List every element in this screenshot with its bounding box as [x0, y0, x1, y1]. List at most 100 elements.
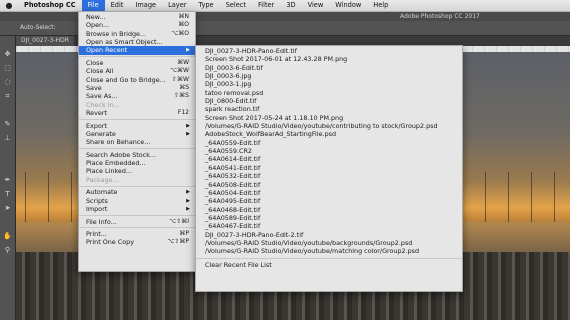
- file-menu-item[interactable]: Export ▶: [79, 122, 195, 130]
- file-menu-item[interactable]: Print One Copy ⌥⇧⌘P: [79, 238, 195, 246]
- recent-file-item[interactable]: _64A0468-Edit.tif: [196, 206, 462, 214]
- file-menu-item[interactable]: Open as Smart Object...: [79, 38, 195, 46]
- document-tab[interactable]: DJI_0027-3-HDR: [16, 36, 74, 46]
- file-menu-item[interactable]: Revert F12: [79, 109, 195, 117]
- file-menu-item[interactable]: Browse in Bridge... ⌥⌘O: [79, 30, 195, 38]
- hand-tool-icon[interactable]: ✋: [3, 232, 12, 241]
- file-menu-item-label: Revert: [86, 108, 107, 117]
- file-menu-item[interactable]: Open... ⌘O: [79, 21, 195, 29]
- menu-filter[interactable]: Filter: [252, 0, 280, 11]
- marquee-tool-icon[interactable]: ⬚: [3, 64, 12, 73]
- file-menu-item: Package...: [79, 176, 195, 184]
- menu-window[interactable]: Window: [329, 0, 367, 11]
- menu-view[interactable]: View: [302, 0, 330, 11]
- menu-help[interactable]: Help: [367, 0, 394, 11]
- shortcut-hint: F12: [177, 108, 189, 116]
- recent-file-item[interactable]: _64A0508-Edit.tif: [196, 181, 462, 189]
- menu-3d[interactable]: 3D: [280, 0, 301, 11]
- recent-file-item[interactable]: _64A0504-Edit.tif: [196, 189, 462, 197]
- file-menu-item[interactable]: Close All ⌥⌘W: [79, 67, 195, 75]
- recent-file-item[interactable]: DJI_0003-1.jpg: [196, 80, 462, 88]
- file-menu-item[interactable]: Share on Behance...: [79, 138, 195, 146]
- file-menu-item[interactable]: Open Recent ▶: [79, 46, 195, 55]
- file-menu-item[interactable]: New... ⌘N: [79, 13, 195, 21]
- recent-file-item[interactable]: DJI_0800-Edit.tif: [196, 97, 462, 105]
- submenu-arrow-icon: ▶: [186, 189, 190, 196]
- file-menu-item[interactable]: Search Adobe Stock...: [79, 151, 195, 159]
- shortcut-hint: ⇧⌘S: [174, 92, 189, 100]
- menu-photoshop[interactable]: Photoshop CC: [18, 0, 82, 11]
- recent-file-item[interactable]: spark reaction.tif: [196, 105, 462, 113]
- text-tool-icon[interactable]: T: [3, 190, 12, 199]
- shortcut-hint: ⌘O: [178, 21, 189, 29]
- file-menu-item[interactable]: Place Embedded...: [79, 159, 195, 167]
- menu-layer[interactable]: Layer: [162, 0, 192, 11]
- menu-separator: [79, 185, 195, 187]
- apple-icon[interactable]: ●: [0, 1, 18, 10]
- recent-file-item[interactable]: /Volumes/G-RAID Studio/Video/youtube/con…: [196, 122, 462, 130]
- file-menu-item-label: File Info...: [86, 217, 117, 226]
- recent-file-item[interactable]: tatoo removal.psd: [196, 89, 462, 97]
- menu-separator: [79, 227, 195, 229]
- recent-file-item[interactable]: _64A0589-Edit.tif: [196, 214, 462, 222]
- recent-file-item[interactable]: DJI_0027-3-HDR-Pano-Edit-2.tif: [196, 231, 462, 239]
- recent-file-item[interactable]: DJI_0003-6-Edit.tif: [196, 64, 462, 72]
- recent-file-item[interactable]: _64A0614-Edit.tif: [196, 155, 462, 163]
- file-menu-item-label: Automate: [86, 188, 118, 197]
- brush-tool-icon[interactable]: ✎: [3, 120, 12, 129]
- pen-tool-icon[interactable]: ✒: [3, 176, 12, 185]
- menu-edit[interactable]: Edit: [105, 0, 130, 11]
- move-tool-icon[interactable]: ✥: [3, 50, 12, 59]
- zoom-tool-icon[interactable]: ⚲: [3, 246, 12, 255]
- file-menu-item-label: Package...: [86, 175, 119, 184]
- file-menu-item[interactable]: Import ▶: [79, 205, 195, 213]
- file-menu-item[interactable]: Save ⌘S: [79, 84, 195, 92]
- recent-file-item[interactable]: /Volumes/G-RAID Studio/Video/youtube/mat…: [196, 247, 462, 255]
- auto-select-label[interactable]: Auto-Select:: [20, 21, 56, 35]
- menu-image[interactable]: Image: [129, 0, 162, 11]
- file-menu-item-label: Close and Go to Bridge...: [86, 75, 166, 84]
- recent-file-item[interactable]: _64A0559-Edit.tif: [196, 139, 462, 147]
- file-menu-item[interactable]: Place Linked...: [79, 167, 195, 175]
- file-menu-item-label: Browse in Bridge...: [86, 29, 147, 38]
- recent-file-item[interactable]: DJI_0003-6.jpg: [196, 72, 462, 80]
- recent-file-item[interactable]: /Volumes/G-RAID Studio/Video/youtube/bac…: [196, 239, 462, 247]
- menu-separator: [79, 148, 195, 150]
- file-menu-item-label: Check In...: [86, 100, 120, 109]
- lasso-tool-icon[interactable]: ◌: [3, 78, 12, 87]
- recent-file-item[interactable]: _64A0532-Edit.tif: [196, 172, 462, 180]
- file-menu-item[interactable]: Scripts ▶: [79, 197, 195, 205]
- recent-file-item[interactable]: _64A0495-Edit.tif: [196, 197, 462, 205]
- file-menu-item-label: New...: [86, 13, 106, 21]
- crop-tool-icon[interactable]: ⌗: [3, 92, 12, 101]
- path-select-tool-icon[interactable]: ➤: [3, 204, 12, 213]
- clear-recent-button[interactable]: Clear Recent File List: [196, 261, 462, 269]
- file-menu-item-label: Scripts: [86, 196, 108, 205]
- file-menu-item[interactable]: File Info... ⌥⇧⌘I: [79, 218, 195, 226]
- file-menu-item[interactable]: Automate ▶: [79, 188, 195, 196]
- recent-file-item[interactable]: Screen Shot 2017-06-01 at 12.43.28 PM.pn…: [196, 55, 462, 63]
- menu-file[interactable]: File: [81, 0, 105, 11]
- recent-file-item[interactable]: _64A0541-Edit.tif: [196, 164, 462, 172]
- file-menu-dropdown: New... ⌘N Open... ⌘O Browse in Bridge... ⌥⌘O O…: [78, 11, 196, 272]
- file-menu-item[interactable]: Close ⌘W: [79, 59, 195, 67]
- file-menu-item[interactable]: Generate ▶: [79, 130, 195, 138]
- stamp-tool-icon[interactable]: ⊥: [3, 134, 12, 143]
- recent-file-item[interactable]: _64A0467-Edit.tif: [196, 222, 462, 230]
- file-menu-item[interactable]: Save As... ⇧⌘S: [79, 92, 195, 100]
- file-menu-item-label: Export: [86, 121, 107, 130]
- recent-file-item[interactable]: Screen Shot 2017-05-24 at 1.18.10 PM.png: [196, 114, 462, 122]
- file-menu-item-label: Open as Smart Object...: [86, 38, 163, 47]
- recent-file-item[interactable]: _64A0559.CR2: [196, 147, 462, 155]
- file-menu-item-label: Close: [86, 58, 104, 67]
- file-menu-item-label: Save: [86, 83, 102, 92]
- recent-file-item[interactable]: DJI_0027-3-HDR-Pano-Edit.tif: [196, 47, 462, 55]
- recent-file-item[interactable]: AdobeStock_WolfBearAd_StartingFile.psd: [196, 130, 462, 138]
- submenu-arrow-icon: ▶: [186, 130, 190, 137]
- menu-type[interactable]: Type: [192, 0, 219, 11]
- file-menu-item-label: Search Adobe Stock...: [86, 150, 157, 159]
- menu-select[interactable]: Select: [220, 0, 252, 11]
- file-menu-item[interactable]: Close and Go to Bridge... ⇧⌘W: [79, 76, 195, 84]
- file-menu-item[interactable]: Print... ⌘P: [79, 230, 195, 238]
- menu-separator: [196, 257, 462, 259]
